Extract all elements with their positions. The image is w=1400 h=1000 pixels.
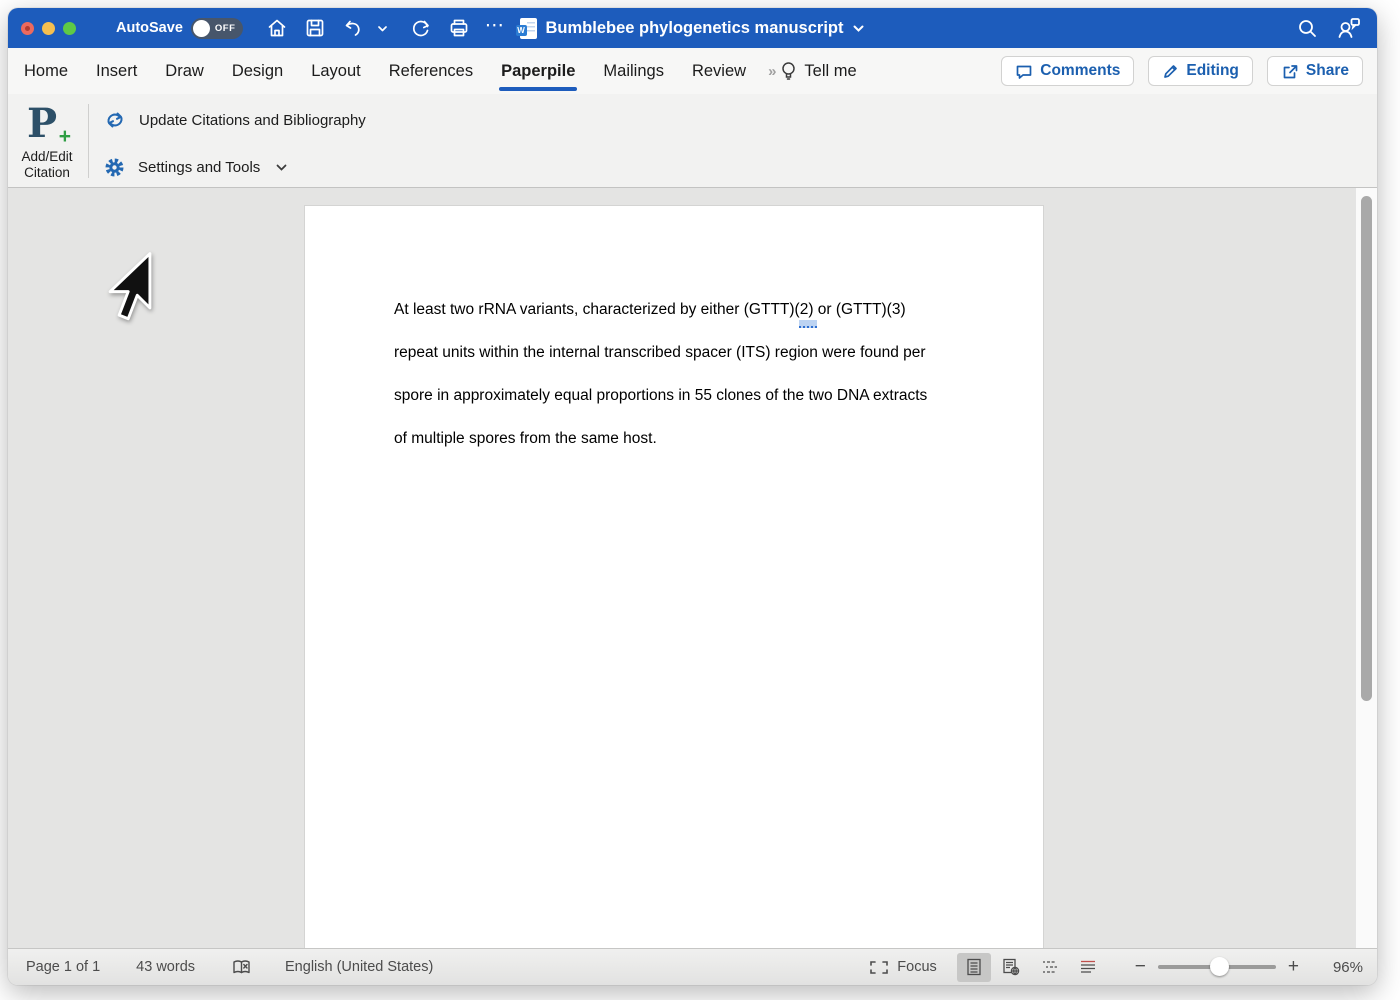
sync-icon [104, 110, 126, 130]
zoom-out-button[interactable]: − [1129, 956, 1152, 978]
autosave-control: AutoSave OFF [116, 18, 243, 39]
autosave-toggle-knob [193, 20, 210, 37]
web-layout-icon [1002, 958, 1021, 976]
comment-icon [1015, 63, 1033, 80]
settings-tools-button[interactable]: Settings and Tools [104, 146, 366, 188]
autosave-label: AutoSave [116, 20, 183, 36]
ribbon-tab-row: Home Insert Draw Design Layout Reference… [8, 48, 1377, 94]
word-count[interactable]: 43 words [136, 959, 195, 975]
editing-button[interactable]: Editing [1148, 56, 1253, 86]
vertical-scrollbar-thumb[interactable] [1361, 196, 1372, 701]
print-icon[interactable] [447, 16, 471, 40]
fullscreen-button[interactable] [63, 22, 76, 35]
search-icon[interactable] [1297, 18, 1318, 39]
tab-home[interactable]: Home [10, 48, 82, 94]
document-page[interactable]: At least two rRNA variants, characterize… [305, 206, 1043, 948]
add-edit-citation-label-line2: Citation [21, 165, 72, 181]
page-indicator[interactable]: Page 1 of 1 [26, 959, 100, 975]
settings-dropdown-chevron-icon [275, 161, 288, 174]
tab-overflow-icon[interactable]: » [768, 63, 774, 80]
update-citations-button[interactable]: Update Citations and Bibliography [104, 99, 366, 141]
more-commands-icon[interactable]: ⋯ [485, 14, 505, 43]
update-citations-label: Update Citations and Bibliography [139, 112, 366, 129]
screen: AutoSave OFF [0, 0, 1400, 1000]
tab-layout[interactable]: Layout [297, 48, 375, 94]
ribbon-divider [88, 104, 89, 178]
editing-label: Editing [1186, 62, 1239, 80]
close-button[interactable] [21, 22, 34, 35]
focus-button[interactable]: Focus [869, 959, 937, 975]
tab-design[interactable]: Design [218, 48, 297, 94]
document-canvas[interactable]: At least two rRNA variants, characterize… [8, 188, 1377, 948]
zoom-in-button[interactable]: + [1282, 956, 1305, 978]
traffic-lights [21, 22, 76, 35]
tell-me-label: Tell me [804, 62, 856, 81]
tab-draw[interactable]: Draw [151, 48, 218, 94]
undo-dropdown-chevron-icon[interactable] [371, 16, 395, 40]
paperpile-ribbon: P + Add/Edit Citation Upd [8, 94, 1377, 188]
zoom-slider[interactable] [1158, 957, 1276, 977]
outline-view-icon [1041, 959, 1059, 975]
title-dropdown-chevron-icon[interactable] [852, 22, 865, 35]
comments-button[interactable]: Comments [1001, 56, 1134, 86]
comments-label: Comments [1040, 62, 1120, 80]
outline-view-button[interactable] [1033, 953, 1067, 982]
share-button[interactable]: Share [1267, 56, 1363, 86]
zoom-control: − + 96% [1129, 956, 1363, 978]
document-line[interactable]: of multiple spores from the same host. [394, 417, 964, 460]
draft-view-button[interactable] [1071, 953, 1105, 982]
tab-paperpile[interactable]: Paperpile [487, 48, 589, 94]
undo-icon[interactable] [341, 16, 365, 40]
paperpile-logo-icon: P + [27, 102, 67, 146]
titlebar: AutoSave OFF [8, 8, 1377, 48]
focus-label: Focus [897, 959, 937, 975]
document-line[interactable]: spore in approximately equal proportions… [394, 374, 964, 417]
pencil-icon [1162, 63, 1179, 80]
vertical-scrollbar-track[interactable] [1355, 188, 1377, 948]
document-line[interactable]: At least two rRNA variants, characterize… [394, 288, 964, 331]
draft-view-icon [1079, 959, 1097, 975]
tab-references[interactable]: References [375, 48, 487, 94]
status-bar: Page 1 of 1 43 words English (United Sta… [8, 948, 1377, 985]
focus-icon [869, 960, 889, 975]
web-layout-view-button[interactable] [995, 953, 1029, 982]
share-label: Share [1306, 62, 1349, 80]
minimize-button[interactable] [42, 22, 55, 35]
add-edit-citation-label-line1: Add/Edit [21, 149, 72, 165]
print-layout-view-button[interactable] [957, 953, 991, 982]
spellcheck-icon[interactable] [231, 958, 253, 977]
document-text[interactable]: At least two rRNA variants, characterize… [394, 288, 964, 460]
document-title-group[interactable]: W Bumblebee phylogenetics manuscript [520, 18, 866, 39]
autosave-toggle[interactable]: OFF [191, 18, 243, 39]
citation-field-marker [799, 320, 817, 328]
tell-me-control[interactable]: Tell me [780, 61, 856, 82]
redo-icon[interactable] [409, 16, 433, 40]
document-line[interactable]: repeat units within the internal transcr… [394, 331, 964, 374]
share-feedback-icon[interactable] [1336, 17, 1361, 39]
save-icon[interactable] [303, 16, 327, 40]
document-title[interactable]: Bumblebee phylogenetics manuscript [546, 19, 844, 38]
word-document-icon: W [520, 18, 537, 39]
language-indicator[interactable]: English (United States) [285, 959, 433, 975]
autosave-state: OFF [215, 23, 236, 34]
lightbulb-icon [780, 61, 797, 82]
print-layout-icon [966, 958, 982, 976]
tab-mailings[interactable]: Mailings [589, 48, 678, 94]
mouse-cursor-icon [105, 250, 155, 331]
home-icon[interactable] [265, 16, 289, 40]
share-icon [1281, 63, 1299, 80]
add-edit-citation-button[interactable]: P + Add/Edit Citation [8, 94, 86, 188]
zoom-percentage[interactable]: 96% [1305, 959, 1363, 976]
zoom-slider-thumb[interactable] [1210, 957, 1229, 976]
gear-icon [104, 157, 125, 178]
tab-insert[interactable]: Insert [82, 48, 151, 94]
settings-tools-label: Settings and Tools [138, 159, 260, 176]
tab-review[interactable]: Review [678, 48, 760, 94]
word-window: AutoSave OFF [8, 8, 1377, 985]
